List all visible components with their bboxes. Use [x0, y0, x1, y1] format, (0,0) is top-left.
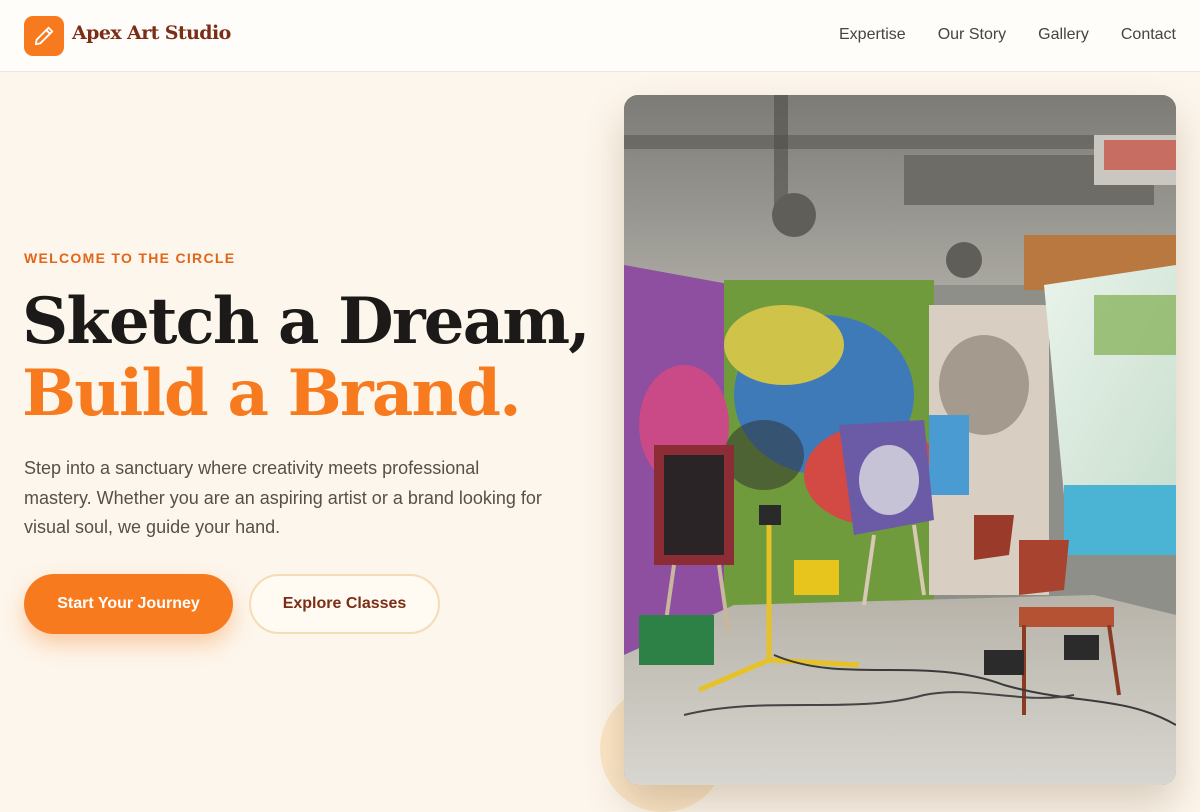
logo[interactable]: [24, 16, 64, 56]
pencil-icon: [34, 26, 54, 46]
main-nav: Expertise Our Story Gallery Contact: [839, 26, 1176, 44]
hero-eyebrow: WELCOME TO THE CIRCLE: [24, 250, 236, 266]
site-header: Apex Art Studio Expertise Our Story Gall…: [0, 0, 1200, 72]
start-journey-button[interactable]: Start Your Journey: [24, 574, 233, 634]
nav-link-gallery[interactable]: Gallery: [1038, 26, 1089, 44]
brand-name[interactable]: Apex Art Studio: [72, 22, 231, 44]
nav-link-our-story[interactable]: Our Story: [938, 26, 1006, 44]
hero-headline: Sketch a Dream, Build a Brand.: [22, 284, 591, 431]
studio-illustration: [624, 95, 1176, 785]
explore-classes-button[interactable]: Explore Classes: [249, 574, 440, 634]
headline-line-2: Build a Brand.: [22, 356, 521, 431]
studio-photo: [624, 95, 1176, 785]
headline-line-1: Sketch a Dream,: [22, 284, 591, 359]
hero-description: Step into a sanctuary where creativity m…: [24, 458, 542, 537]
nav-link-contact[interactable]: Contact: [1121, 26, 1176, 44]
nav-link-expertise[interactable]: Expertise: [839, 26, 906, 44]
